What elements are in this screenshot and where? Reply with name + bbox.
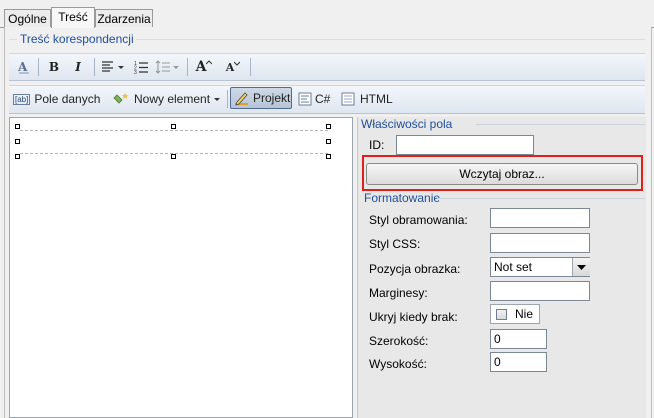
resize-handle[interactable] (15, 124, 20, 129)
id-label: ID: (369, 138, 385, 152)
svg-text:3: 3 (134, 70, 137, 75)
numbered-list-icon: 123 (134, 61, 148, 75)
bold-button[interactable]: B (43, 56, 65, 78)
toolbar-separator (227, 90, 228, 108)
shrink-font-label: A (225, 60, 235, 74)
id-field[interactable] (396, 135, 534, 155)
html-page-icon (341, 92, 355, 106)
data-field-button[interactable]: [ab] Pole danych (13, 88, 105, 110)
shrink-font-button[interactable]: A (221, 56, 245, 78)
image-position-value: Not set (494, 260, 533, 274)
design-pencil-icon (235, 92, 248, 106)
toolbar-separator (187, 58, 188, 76)
arrow-down-icon (234, 61, 241, 66)
resize-handle[interactable] (326, 139, 331, 144)
group-title: Treść korespondencji (18, 32, 136, 46)
align-left-icon (102, 61, 124, 72)
new-element-dropdown[interactable]: Nowy element (113, 88, 225, 110)
tab-events[interactable]: Zdarzenia (95, 9, 153, 27)
margins-label: Marginesy: (369, 286, 428, 300)
css-style-label: Styl CSS: (369, 237, 421, 251)
resize-handle[interactable] (171, 154, 176, 159)
hide-when-empty-toggle[interactable]: Nie (490, 304, 540, 324)
chevron-down-icon (214, 98, 221, 101)
border-style-label: Styl obramowania: (369, 213, 468, 227)
font-style-icon[interactable]: A (14, 56, 34, 78)
grow-font-button[interactable]: A (192, 56, 216, 78)
format-toolbar: A B I 123 A A (9, 53, 645, 81)
selection-outline-top (20, 130, 328, 131)
hide-when-empty-label: Ukryj kiedy brak: (369, 310, 458, 324)
html-view-label: HTML (360, 92, 393, 106)
border-style-field[interactable] (490, 208, 590, 228)
checkbox[interactable] (496, 309, 507, 320)
resize-handle[interactable] (326, 154, 331, 159)
arrow-up-icon (206, 60, 213, 65)
align-dropdown[interactable] (99, 56, 127, 78)
properties-title: Właściwości pola (361, 117, 453, 131)
csharp-view-button[interactable]: C# (297, 88, 333, 110)
load-image-button[interactable]: Wczytaj obraz... (366, 163, 638, 185)
data-field-label: Pole danych (34, 92, 101, 106)
code-icon (298, 92, 312, 106)
group-border-right (128, 39, 645, 40)
formatting-title-rule (437, 198, 645, 199)
line-spacing-dropdown[interactable] (154, 56, 182, 78)
css-style-field[interactable] (490, 233, 590, 253)
select-dropdown-button[interactable] (572, 258, 590, 276)
toolbar-separator (94, 58, 95, 76)
toolbar-separator (250, 58, 251, 76)
formatting-title: Formatowanie (364, 191, 441, 205)
margins-field[interactable] (490, 281, 590, 301)
italic-button[interactable]: I (67, 56, 89, 78)
line-spacing-icon (155, 60, 179, 74)
design-editor[interactable] (9, 117, 353, 418)
properties-title-rule (476, 124, 645, 125)
tab-general[interactable]: Ogólne (4, 9, 51, 27)
width-label: Szerokość: (369, 334, 429, 348)
grow-font-label: A (195, 59, 207, 75)
design-view-button[interactable]: Projekt (230, 87, 292, 109)
resize-handle[interactable] (171, 124, 176, 129)
html-view-button[interactable]: HTML (340, 88, 398, 110)
insert-toolbar: [ab] Pole danych Nowy element Projekt C#… (9, 85, 645, 114)
numbered-list-button[interactable]: 123 (131, 56, 151, 78)
resize-handle[interactable] (15, 154, 20, 159)
chevron-down-icon (577, 265, 586, 270)
width-field[interactable]: 0 (490, 329, 547, 349)
resize-handle[interactable] (326, 124, 331, 129)
csharp-view-label: C# (315, 92, 331, 106)
group-border-left (9, 39, 17, 40)
tab-content[interactable]: Treść (51, 7, 95, 28)
data-field-icon: [ab] (13, 93, 31, 105)
svg-text:A: A (17, 60, 28, 74)
height-field[interactable]: 0 (490, 352, 547, 372)
image-position-label: Pozycja obrazka: (369, 262, 461, 276)
resize-handle[interactable] (15, 139, 20, 144)
toolbar-separator (38, 58, 39, 76)
hide-when-empty-value: Nie (515, 307, 534, 321)
new-element-icon (113, 93, 128, 104)
new-element-label: Nowy element (134, 92, 211, 106)
height-label: Wysokość: (369, 357, 427, 371)
design-view-label: Projekt (253, 91, 291, 105)
